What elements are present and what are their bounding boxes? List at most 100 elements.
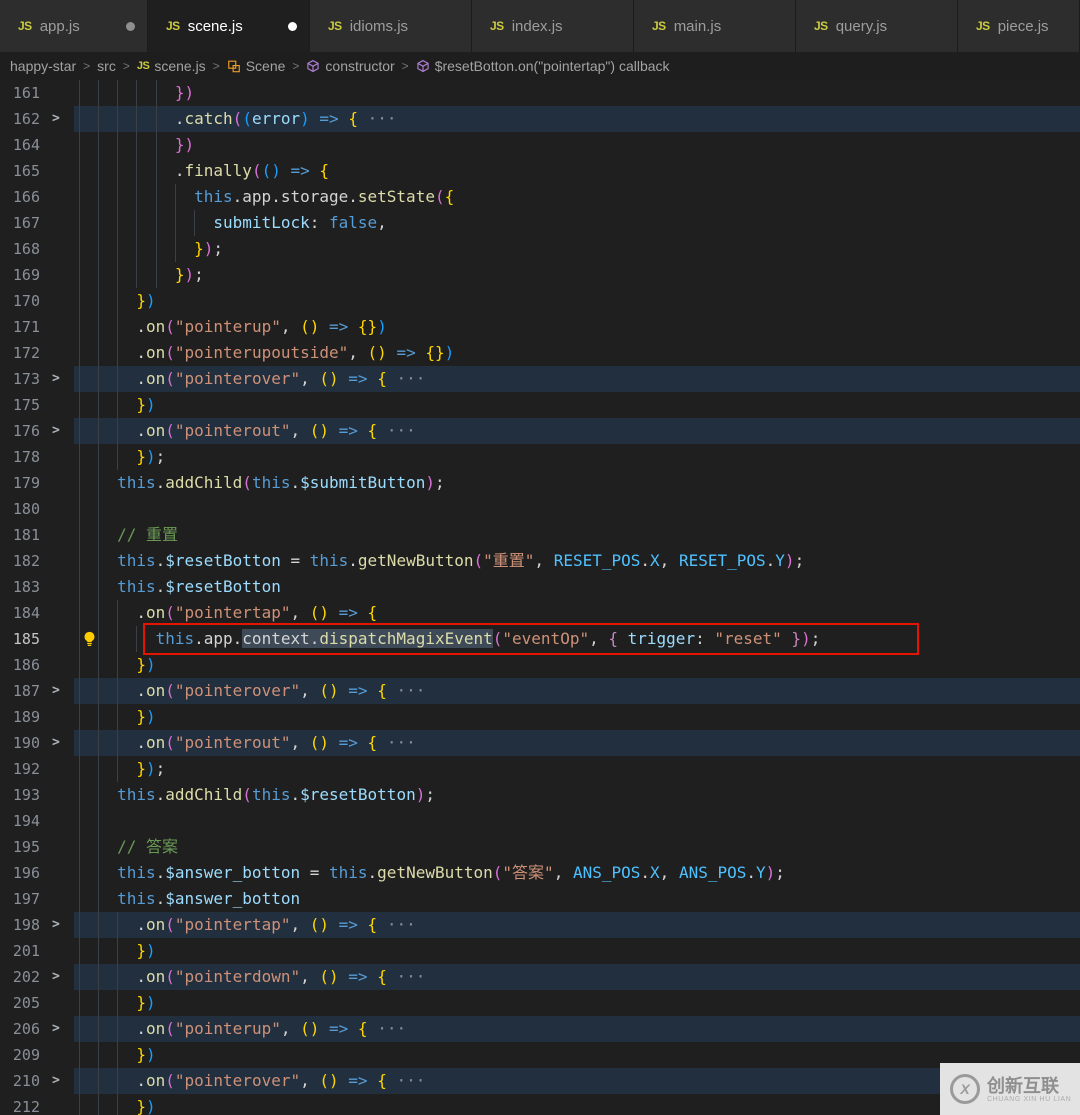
- breadcrumb-item-1[interactable]: src: [97, 58, 116, 74]
- indent-guide: [117, 132, 136, 158]
- indent-guide: [194, 210, 213, 236]
- tab-piece-js[interactable]: JS piece.js: [958, 0, 1080, 52]
- line-number: 164: [12, 136, 40, 154]
- indent-guide: [97, 912, 117, 938]
- line-number: 173: [12, 370, 40, 388]
- watermark: X 创新互联 CHUANG XIN HU LIAN: [940, 1063, 1080, 1115]
- code-token: (): [309, 603, 329, 622]
- code-line-184[interactable]: 184 .on("pointertap", () => {: [0, 600, 1080, 626]
- code-token: .: [174, 109, 185, 128]
- code-token: ): [145, 655, 156, 674]
- code-line-201[interactable]: 201}): [0, 938, 1080, 964]
- code-line-190[interactable]: 190 > .on("pointerout", () => { ···: [0, 730, 1080, 756]
- indent-guide: [78, 808, 98, 834]
- indent-guide: [117, 730, 136, 756]
- fold-chevron-icon[interactable]: >: [52, 730, 60, 756]
- code-line-212[interactable]: 212}): [0, 1094, 1080, 1115]
- code-token: ,: [589, 629, 609, 648]
- code-line-173[interactable]: 173 > .on("pointerover", () => { ···: [0, 366, 1080, 392]
- code-token: =>: [348, 681, 368, 700]
- breadcrumb-item-2[interactable]: JS scene.js: [137, 58, 206, 74]
- code-line-180[interactable]: 180: [0, 496, 1080, 522]
- code-line-179[interactable]: 179 this.addChild(this.$submitButton);: [0, 470, 1080, 496]
- fold-chevron-icon[interactable]: >: [52, 912, 60, 938]
- code-line-196[interactable]: 196 this.$answer_botton = this.getNewButt…: [0, 860, 1080, 886]
- code-line-162[interactable]: 162 > .catch((error) => { ···: [0, 106, 1080, 132]
- code-token: (: [242, 109, 252, 128]
- code-line-187[interactable]: 187 > .on("pointerover", () => { ···: [0, 678, 1080, 704]
- indent-guide: [117, 392, 136, 418]
- indent-guide: [97, 1016, 117, 1042]
- code-line-181[interactable]: 181 // 重置: [0, 522, 1080, 548]
- code-line-209[interactable]: 209}): [0, 1042, 1080, 1068]
- code-token: (: [251, 161, 262, 180]
- line-number: 181: [12, 526, 40, 544]
- code-line-202[interactable]: 202 > .on("pointerdown", () => { ···: [0, 964, 1080, 990]
- code-token: (: [434, 187, 445, 206]
- code-line-197[interactable]: 197 this.$answer_botton: [0, 886, 1080, 912]
- code-line-170[interactable]: 170}): [0, 288, 1080, 314]
- indent-guide: [97, 1068, 117, 1094]
- code-token: this: [155, 629, 195, 648]
- code-line-165[interactable]: 165 .finally(() => {: [0, 158, 1080, 184]
- code-line-189[interactable]: 189}): [0, 704, 1080, 730]
- fold-chevron-icon[interactable]: >: [52, 678, 60, 704]
- code-line-206[interactable]: 206 > .on("pointerup", () => { ···: [0, 1016, 1080, 1042]
- code-line-171[interactable]: 171 .on("pointerup", () => {}): [0, 314, 1080, 340]
- code-line-176[interactable]: 176 > .on("pointerout", () => { ···: [0, 418, 1080, 444]
- code-line-210[interactable]: 210 > .on("pointerover", () => { ···: [0, 1068, 1080, 1094]
- code-line-192[interactable]: 192});: [0, 756, 1080, 782]
- code-line-164[interactable]: 164}): [0, 132, 1080, 158]
- indent-guide: [155, 262, 175, 288]
- line-number: 176: [12, 422, 40, 440]
- tab-scene-js[interactable]: JS scene.js: [148, 0, 310, 52]
- code-line-186[interactable]: 186}): [0, 652, 1080, 678]
- indent-pad: [40, 756, 79, 782]
- code-line-198[interactable]: 198 > .on("pointertap", () => { ···: [0, 912, 1080, 938]
- code-line-169[interactable]: 169});: [0, 262, 1080, 288]
- code-line-168[interactable]: 168});: [0, 236, 1080, 262]
- indent-guide: [97, 340, 117, 366]
- tab-main-js[interactable]: JS main.js: [634, 0, 796, 52]
- fold-chevron-icon[interactable]: >: [52, 106, 60, 132]
- breadcrumb-item-5[interactable]: $resetBotton.on("pointertap") callback: [416, 58, 670, 74]
- indent-pad: [40, 782, 79, 808]
- code-line-205[interactable]: 205}): [0, 990, 1080, 1016]
- breadcrumb-item-0[interactable]: happy-star: [10, 58, 76, 74]
- breadcrumb-item-3[interactable]: Scene: [227, 58, 285, 74]
- fold-chevron-icon[interactable]: >: [52, 964, 60, 990]
- code-line-166[interactable]: 166 this.app.storage.setState({: [0, 184, 1080, 210]
- code-line-175[interactable]: 175}): [0, 392, 1080, 418]
- breadcrumb-item-4[interactable]: constructor: [306, 58, 395, 74]
- code-token: .: [155, 785, 166, 804]
- tab-idioms-js[interactable]: JS idioms.js: [310, 0, 472, 52]
- code-line-167[interactable]: 167 submitLock: false,: [0, 210, 1080, 236]
- code-line-161[interactable]: 161}): [0, 80, 1080, 106]
- code-line-182[interactable]: 182 this.$resetBotton = this.getNewButton…: [0, 548, 1080, 574]
- code-line-183[interactable]: 183 this.$resetBotton: [0, 574, 1080, 600]
- fold-chevron-icon[interactable]: >: [52, 418, 60, 444]
- code-line-185[interactable]: 185 this.app.context.dispatchMagixEvent("…: [0, 623, 1080, 655]
- indent-guide: [78, 730, 98, 756]
- fold-chevron-icon[interactable]: >: [52, 1016, 60, 1042]
- indent-guide: [117, 652, 136, 678]
- code-token: .: [136, 915, 146, 934]
- indent-guide: [117, 964, 136, 990]
- breadcrumb: happy-star > src > JS scene.js > Scene > construc…: [0, 52, 1080, 80]
- code-line-content: });: [40, 756, 1080, 782]
- code-line-194[interactable]: 194: [0, 808, 1080, 834]
- code-line-195[interactable]: 195 // 答案: [0, 834, 1080, 860]
- code-token: ,: [290, 915, 310, 934]
- code-line-172[interactable]: 172 .on("pointerupoutside", () => {}): [0, 340, 1080, 366]
- code-token: ): [145, 1045, 156, 1064]
- fold-chevron-icon[interactable]: >: [52, 366, 60, 392]
- lightbulb-icon[interactable]: [82, 631, 97, 652]
- code-line-178[interactable]: 178});: [0, 444, 1080, 470]
- fold-chevron-icon[interactable]: >: [52, 1068, 60, 1094]
- code-line-193[interactable]: 193 this.addChild(this.$resetBotton);: [0, 782, 1080, 808]
- tab-app-js[interactable]: JS app.js: [0, 0, 148, 52]
- code-token: this: [309, 551, 349, 570]
- tab-index-js[interactable]: JS index.js: [472, 0, 634, 52]
- tab-query-js[interactable]: JS query.js: [796, 0, 958, 52]
